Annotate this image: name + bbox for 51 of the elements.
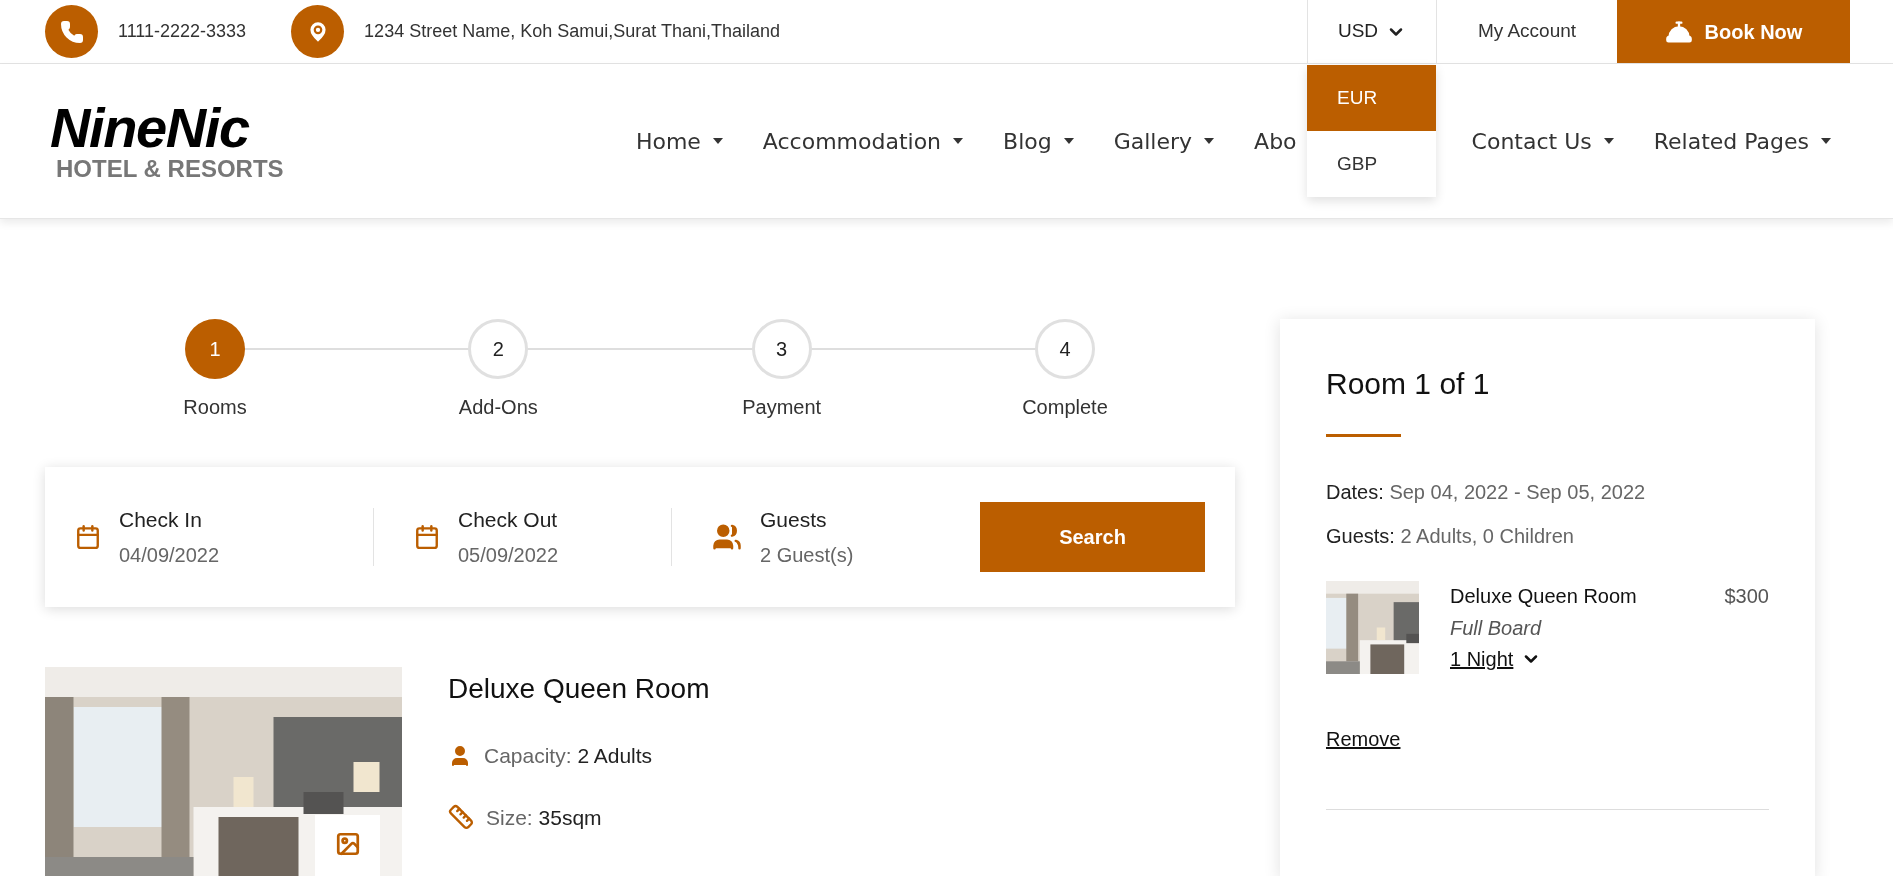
currency-dropdown[interactable]: USD <box>1307 0 1437 63</box>
address-text: 1234 Street Name, Koh Samui,Surat Thani,Thailand <box>364 20 781 43</box>
step-label: Payment <box>742 395 822 420</box>
ruler-icon <box>448 804 474 831</box>
field-value[interactable]: 05/09/2022 <box>458 539 559 570</box>
phone-number: 1111-2222-3333 <box>118 20 247 43</box>
room-price: $300 <box>1724 584 1769 609</box>
remove-link[interactable]: Remove <box>1326 724 1401 754</box>
calendar-icon <box>414 524 440 550</box>
field-label: Check Out <box>458 507 559 534</box>
nav-link[interactable]: Abo <box>1254 124 1297 158</box>
nav-link[interactable]: Related Pages <box>1653 124 1831 158</box>
guests-text: Guests: 2 Adults, 0 Children <box>1326 524 1575 549</box>
room-title: Deluxe Queen Room <box>448 672 710 706</box>
dates-text: Dates: Sep 04, 2022 - Sep 05, 2022 <box>1326 480 1647 505</box>
users-icon <box>712 522 742 552</box>
field-value[interactable]: 04/09/2022 <box>119 539 220 570</box>
hotel-logo[interactable]: NineNic HOTEL & RESORTS <box>50 100 284 182</box>
phone-icon <box>45 5 98 58</box>
room-detail: Size: 35sqm <box>486 804 602 831</box>
caret-icon <box>1063 138 1074 144</box>
gallery-button[interactable] <box>315 815 380 876</box>
step-label: Add-Ons <box>458 395 538 420</box>
nav-link[interactable]: Home <box>635 124 723 158</box>
step-label: Complete <box>1022 395 1108 420</box>
caret-icon <box>1603 138 1614 144</box>
caret-icon <box>1821 138 1831 144</box>
field-label: Guests <box>760 507 828 534</box>
board-type: Full Board <box>1450 616 1543 641</box>
field-label: Check In <box>119 507 203 534</box>
book-now-button[interactable]: Book Now <box>1617 0 1850 63</box>
caret-icon <box>1204 138 1215 144</box>
nav-link[interactable]: Accommodation <box>762 124 964 158</box>
caret-icon <box>953 138 964 144</box>
image-icon <box>334 831 361 857</box>
my-account-link[interactable]: My Account <box>1437 0 1617 63</box>
room-detail: Capacity: 2 Adults <box>484 743 653 769</box>
nav-link[interactable]: Gallery <box>1113 124 1215 158</box>
search-button[interactable]: Search <box>980 502 1205 572</box>
caret-icon <box>712 138 723 144</box>
nights-dropdown[interactable]: 1 Night <box>1450 644 1542 674</box>
nav-link[interactable]: Blog <box>1003 124 1074 158</box>
step-label: Rooms <box>183 395 247 420</box>
summary-title: Room 1 of 1 <box>1326 366 1491 402</box>
field-value[interactable]: 2 Guest(s) <box>760 539 854 570</box>
location-icon <box>291 5 345 58</box>
currency-option[interactable]: GBP <box>1307 131 1436 197</box>
nav-link[interactable]: Contact Us <box>1471 124 1614 158</box>
summary-room-name: Deluxe Queen Room <box>1450 584 1637 609</box>
calendar-icon <box>75 524 101 550</box>
currency-option[interactable]: EUR <box>1307 65 1436 131</box>
